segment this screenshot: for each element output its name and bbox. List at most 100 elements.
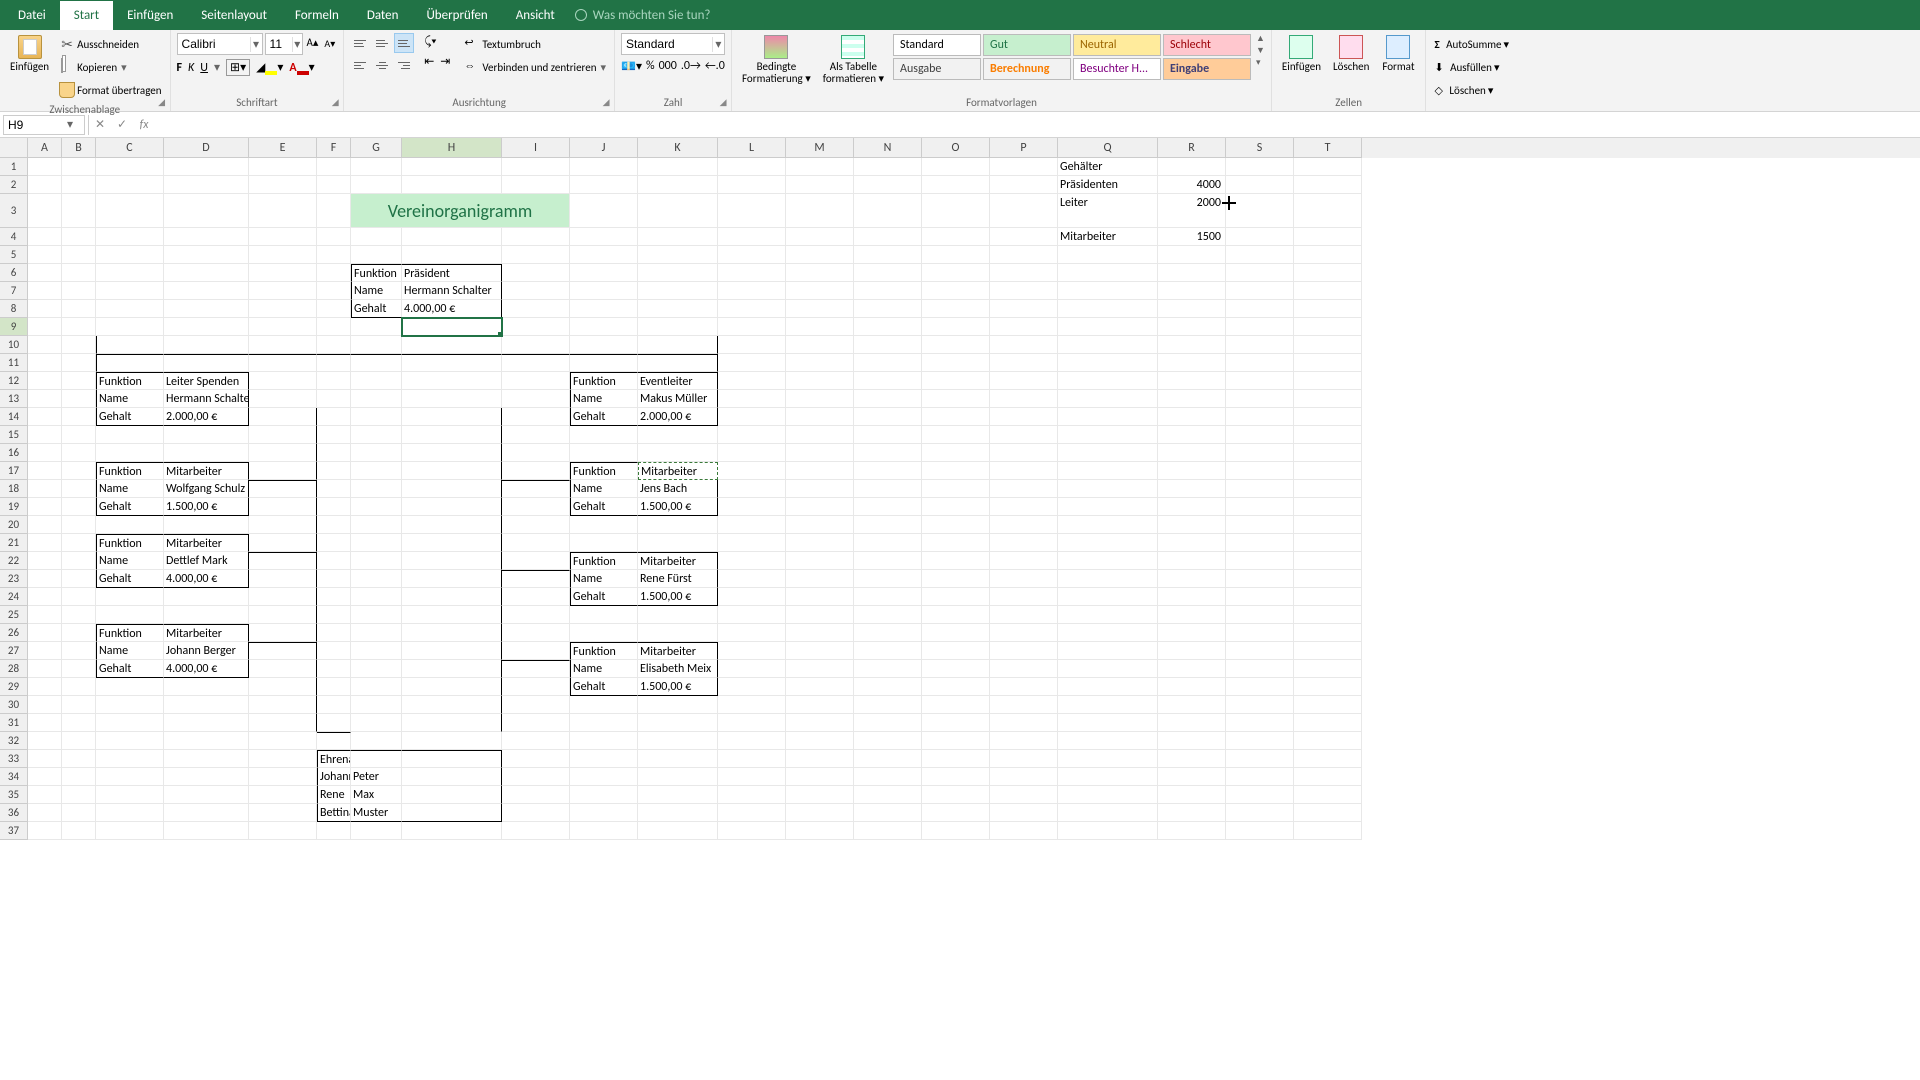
cell-H12[interactable]: [402, 372, 502, 390]
cell-A16[interactable]: [28, 444, 62, 462]
cell-S24[interactable]: [1226, 588, 1294, 606]
cell-J24[interactable]: Gehalt: [570, 588, 638, 606]
cell-I18[interactable]: [502, 480, 570, 498]
tab-file[interactable]: Datei: [4, 1, 60, 30]
cell-T3[interactable]: [1294, 194, 1362, 228]
cell-C5[interactable]: [96, 246, 164, 264]
format-painter-button[interactable]: Format übertragen: [57, 79, 163, 101]
cell-E30[interactable]: [249, 696, 317, 714]
cell-D22[interactable]: Dettlef Mark: [164, 552, 249, 570]
cell-C25[interactable]: [96, 606, 164, 624]
cell-L19[interactable]: [718, 498, 786, 516]
cell-S31[interactable]: [1226, 714, 1294, 732]
cell-S7[interactable]: [1226, 282, 1294, 300]
row-header-30[interactable]: 30: [0, 696, 28, 714]
cell-K22[interactable]: Mitarbeiter: [638, 552, 718, 570]
cell-P25[interactable]: [990, 606, 1058, 624]
cell-P31[interactable]: [990, 714, 1058, 732]
cell-J10[interactable]: [570, 336, 638, 354]
cell-H20[interactable]: [402, 516, 502, 534]
cell-N30[interactable]: [854, 696, 922, 714]
cell-C37[interactable]: [96, 822, 164, 840]
cell-M33[interactable]: [786, 750, 854, 768]
cell-G18[interactable]: [351, 480, 402, 498]
cell-M11[interactable]: [786, 354, 854, 372]
column-header-L[interactable]: L: [718, 138, 786, 158]
cell-P11[interactable]: [990, 354, 1058, 372]
cell-N32[interactable]: [854, 732, 922, 750]
cell-R17[interactable]: [1158, 462, 1226, 480]
cell-J20[interactable]: [570, 516, 638, 534]
cell-K18[interactable]: Jens Bach: [638, 480, 718, 498]
cell-O34[interactable]: [922, 768, 990, 786]
row-header-18[interactable]: 18: [0, 480, 28, 498]
cell-K32[interactable]: [638, 732, 718, 750]
cell-N13[interactable]: [854, 390, 922, 408]
cell-K16[interactable]: [638, 444, 718, 462]
cell-N22[interactable]: [854, 552, 922, 570]
cell-H18[interactable]: [402, 480, 502, 498]
cell-K8[interactable]: [638, 300, 718, 318]
cell-A20[interactable]: [28, 516, 62, 534]
cell-M37[interactable]: [786, 822, 854, 840]
column-header-K[interactable]: K: [638, 138, 718, 158]
paste-button[interactable]: Einfügen: [6, 33, 53, 75]
cell-L30[interactable]: [718, 696, 786, 714]
cell-A28[interactable]: [28, 660, 62, 678]
cell-T15[interactable]: [1294, 426, 1362, 444]
cell-E32[interactable]: [249, 732, 317, 750]
cell-F20[interactable]: [317, 516, 351, 534]
cell-N4[interactable]: [854, 228, 922, 246]
cell-K35[interactable]: [638, 786, 718, 804]
cell-K6[interactable]: [638, 264, 718, 282]
cell-J12[interactable]: Funktion: [570, 372, 638, 390]
cell-D20[interactable]: [164, 516, 249, 534]
cell-J27[interactable]: Funktion: [570, 642, 638, 660]
column-header-E[interactable]: E: [249, 138, 317, 158]
cell-C34[interactable]: [96, 768, 164, 786]
cell-P19[interactable]: [990, 498, 1058, 516]
cell-B23[interactable]: [62, 570, 96, 588]
cell-F28[interactable]: [317, 660, 351, 678]
cell-S12[interactable]: [1226, 372, 1294, 390]
cell-G11[interactable]: [351, 354, 402, 372]
decrease-indent-button[interactable]: ⇤: [422, 52, 436, 71]
cell-S8[interactable]: [1226, 300, 1294, 318]
cell-S35[interactable]: [1226, 786, 1294, 804]
cell-I25[interactable]: [502, 606, 570, 624]
cell-S14[interactable]: [1226, 408, 1294, 426]
cell-I10[interactable]: [502, 336, 570, 354]
cell-S16[interactable]: [1226, 444, 1294, 462]
cell-I35[interactable]: [502, 786, 570, 804]
cell-G28[interactable]: [351, 660, 402, 678]
cell-S13[interactable]: [1226, 390, 1294, 408]
cell-C3[interactable]: [96, 194, 164, 228]
cell-M28[interactable]: [786, 660, 854, 678]
cell-D6[interactable]: [164, 264, 249, 282]
cell-S22[interactable]: [1226, 552, 1294, 570]
cell-S25[interactable]: [1226, 606, 1294, 624]
cell-A22[interactable]: [28, 552, 62, 570]
cell-H32[interactable]: [402, 732, 502, 750]
row-header-10[interactable]: 10: [0, 336, 28, 354]
cell-N7[interactable]: [854, 282, 922, 300]
cell-L1[interactable]: [718, 158, 786, 176]
cell-L31[interactable]: [718, 714, 786, 732]
cell-R26[interactable]: [1158, 624, 1226, 642]
cell-H10[interactable]: [402, 336, 502, 354]
cell-H5[interactable]: [402, 246, 502, 264]
cell-P34[interactable]: [990, 768, 1058, 786]
cell-S21[interactable]: [1226, 534, 1294, 552]
cell-Q18[interactable]: [1058, 480, 1158, 498]
cell-Q21[interactable]: [1058, 534, 1158, 552]
cell-I5[interactable]: [502, 246, 570, 264]
cell-D17[interactable]: Mitarbeiter: [164, 462, 249, 480]
cell-F17[interactable]: [317, 462, 351, 480]
cell-P5[interactable]: [990, 246, 1058, 264]
cell-B7[interactable]: [62, 282, 96, 300]
cell-Q34[interactable]: [1058, 768, 1158, 786]
cell-O33[interactable]: [922, 750, 990, 768]
cell-S17[interactable]: [1226, 462, 1294, 480]
cell-F32[interactable]: [317, 732, 351, 750]
cell-P7[interactable]: [990, 282, 1058, 300]
